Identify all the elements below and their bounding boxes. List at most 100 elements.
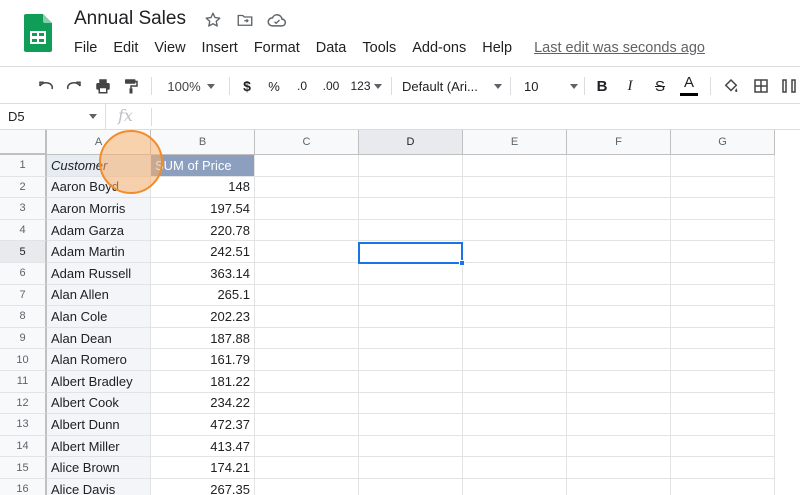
cell-e14[interactable] (463, 435, 567, 458)
currency-format-button[interactable]: $ (238, 67, 256, 105)
cell-c1[interactable] (255, 155, 359, 177)
cell-a13[interactable]: Albert Dunn (47, 414, 151, 436)
cell-f5[interactable] (567, 241, 671, 263)
cell-g3[interactable] (671, 198, 775, 220)
cell-g15[interactable] (671, 457, 775, 479)
cell-b3[interactable]: 197.54 (151, 198, 255, 220)
spreadsheet-grid[interactable]: A B C D E F G 1 Customer SUM of Price 2 Aaron Boyd 1… (0, 130, 800, 495)
cell-b4[interactable]: 220.78 (151, 219, 255, 242)
cell-c14[interactable] (255, 435, 359, 458)
cell-e16[interactable] (463, 479, 567, 495)
cell-g16[interactable] (671, 479, 775, 495)
cell-f7[interactable] (567, 284, 671, 307)
sheets-logo-icon[interactable] (24, 14, 52, 52)
cell-d12[interactable] (359, 392, 463, 415)
strikethrough-button[interactable]: S (650, 67, 670, 105)
redo-icon[interactable] (62, 67, 86, 105)
cell-f14[interactable] (567, 435, 671, 458)
cell-f16[interactable] (567, 479, 671, 495)
cell-b8[interactable]: 202.23 (151, 306, 255, 328)
row-header-1[interactable]: 1 (0, 155, 47, 177)
cell-f12[interactable] (567, 392, 671, 415)
cell-f10[interactable] (567, 349, 671, 371)
cell-a14[interactable]: Albert Miller (47, 435, 151, 458)
cell-b12[interactable]: 234.22 (151, 392, 255, 415)
cell-d6[interactable] (359, 263, 463, 285)
cell-c4[interactable] (255, 219, 359, 242)
cell-f9[interactable] (567, 327, 671, 350)
cell-f1[interactable] (567, 155, 671, 177)
name-box[interactable]: D5 (0, 104, 106, 129)
cell-e1[interactable] (463, 155, 567, 177)
cell-g10[interactable] (671, 349, 775, 371)
cell-e2[interactable] (463, 176, 567, 199)
cell-b10[interactable]: 161.79 (151, 349, 255, 371)
cell-b11[interactable]: 181.22 (151, 371, 255, 393)
cell-c11[interactable] (255, 371, 359, 393)
fill-color-icon[interactable] (719, 67, 743, 105)
row-header-7[interactable]: 7 (0, 284, 47, 307)
cell-b7[interactable]: 265.1 (151, 284, 255, 307)
column-header-g[interactable]: G (671, 130, 775, 155)
cell-e11[interactable] (463, 371, 567, 393)
menu-tools[interactable]: Tools (354, 38, 404, 58)
cell-e8[interactable] (463, 306, 567, 328)
cell-a3[interactable]: Aaron Morris (47, 198, 151, 220)
bold-button[interactable]: B (592, 67, 612, 105)
row-header-6[interactable]: 6 (0, 263, 47, 285)
merge-cells-icon[interactable] (778, 67, 800, 105)
cell-a16[interactable]: Alice Davis (47, 479, 151, 495)
italic-button[interactable]: I (620, 67, 640, 105)
column-header-b[interactable]: B (151, 130, 255, 155)
percent-format-button[interactable]: % (264, 67, 284, 105)
cell-c12[interactable] (255, 392, 359, 415)
cell-d2[interactable] (359, 176, 463, 199)
zoom-select[interactable]: 100% (160, 67, 222, 105)
row-header-8[interactable]: 8 (0, 306, 47, 328)
cell-g13[interactable] (671, 414, 775, 436)
cell-c9[interactable] (255, 327, 359, 350)
menu-data[interactable]: Data (308, 38, 355, 58)
cell-g12[interactable] (671, 392, 775, 415)
menu-help[interactable]: Help (474, 38, 520, 58)
cell-g9[interactable] (671, 327, 775, 350)
cell-d3[interactable] (359, 198, 463, 220)
cell-b16[interactable]: 267.35 (151, 479, 255, 495)
cell-b14[interactable]: 413.47 (151, 435, 255, 458)
cell-c6[interactable] (255, 263, 359, 285)
cell-g2[interactable] (671, 176, 775, 199)
cell-a15[interactable]: Alice Brown (47, 457, 151, 479)
cell-d8[interactable] (359, 306, 463, 328)
cell-b13[interactable]: 472.37 (151, 414, 255, 436)
cell-g6[interactable] (671, 263, 775, 285)
cell-d4[interactable] (359, 219, 463, 242)
cell-a5[interactable]: Adam Martin (47, 241, 151, 263)
cell-c5[interactable] (255, 241, 359, 263)
cell-a12[interactable]: Albert Cook (47, 392, 151, 415)
cell-b9[interactable]: 187.88 (151, 327, 255, 350)
row-header-9[interactable]: 9 (0, 327, 47, 350)
cell-c2[interactable] (255, 176, 359, 199)
cell-a7[interactable]: Alan Allen (47, 284, 151, 307)
row-header-11[interactable]: 11 (0, 371, 47, 393)
cell-e4[interactable] (463, 219, 567, 242)
menu-add-ons[interactable]: Add-ons (404, 38, 474, 58)
menu-edit[interactable]: Edit (105, 38, 146, 58)
menu-insert[interactable]: Insert (194, 38, 246, 58)
move-folder-icon[interactable] (235, 10, 255, 30)
row-header-10[interactable]: 10 (0, 349, 47, 371)
cell-e3[interactable] (463, 198, 567, 220)
cell-a6[interactable]: Adam Russell (47, 263, 151, 285)
menu-format[interactable]: Format (246, 38, 308, 58)
column-header-e[interactable]: E (463, 130, 567, 155)
cell-f3[interactable] (567, 198, 671, 220)
font-family-select[interactable]: Default (Ari... (402, 67, 502, 105)
cell-e12[interactable] (463, 392, 567, 415)
cell-f8[interactable] (567, 306, 671, 328)
column-header-d[interactable]: D (359, 130, 463, 155)
cell-a9[interactable]: Alan Dean (47, 327, 151, 350)
undo-icon[interactable] (34, 67, 58, 105)
cell-c3[interactable] (255, 198, 359, 220)
borders-icon[interactable] (749, 67, 773, 105)
decrease-decimal-button[interactable]: .0 (291, 67, 313, 105)
